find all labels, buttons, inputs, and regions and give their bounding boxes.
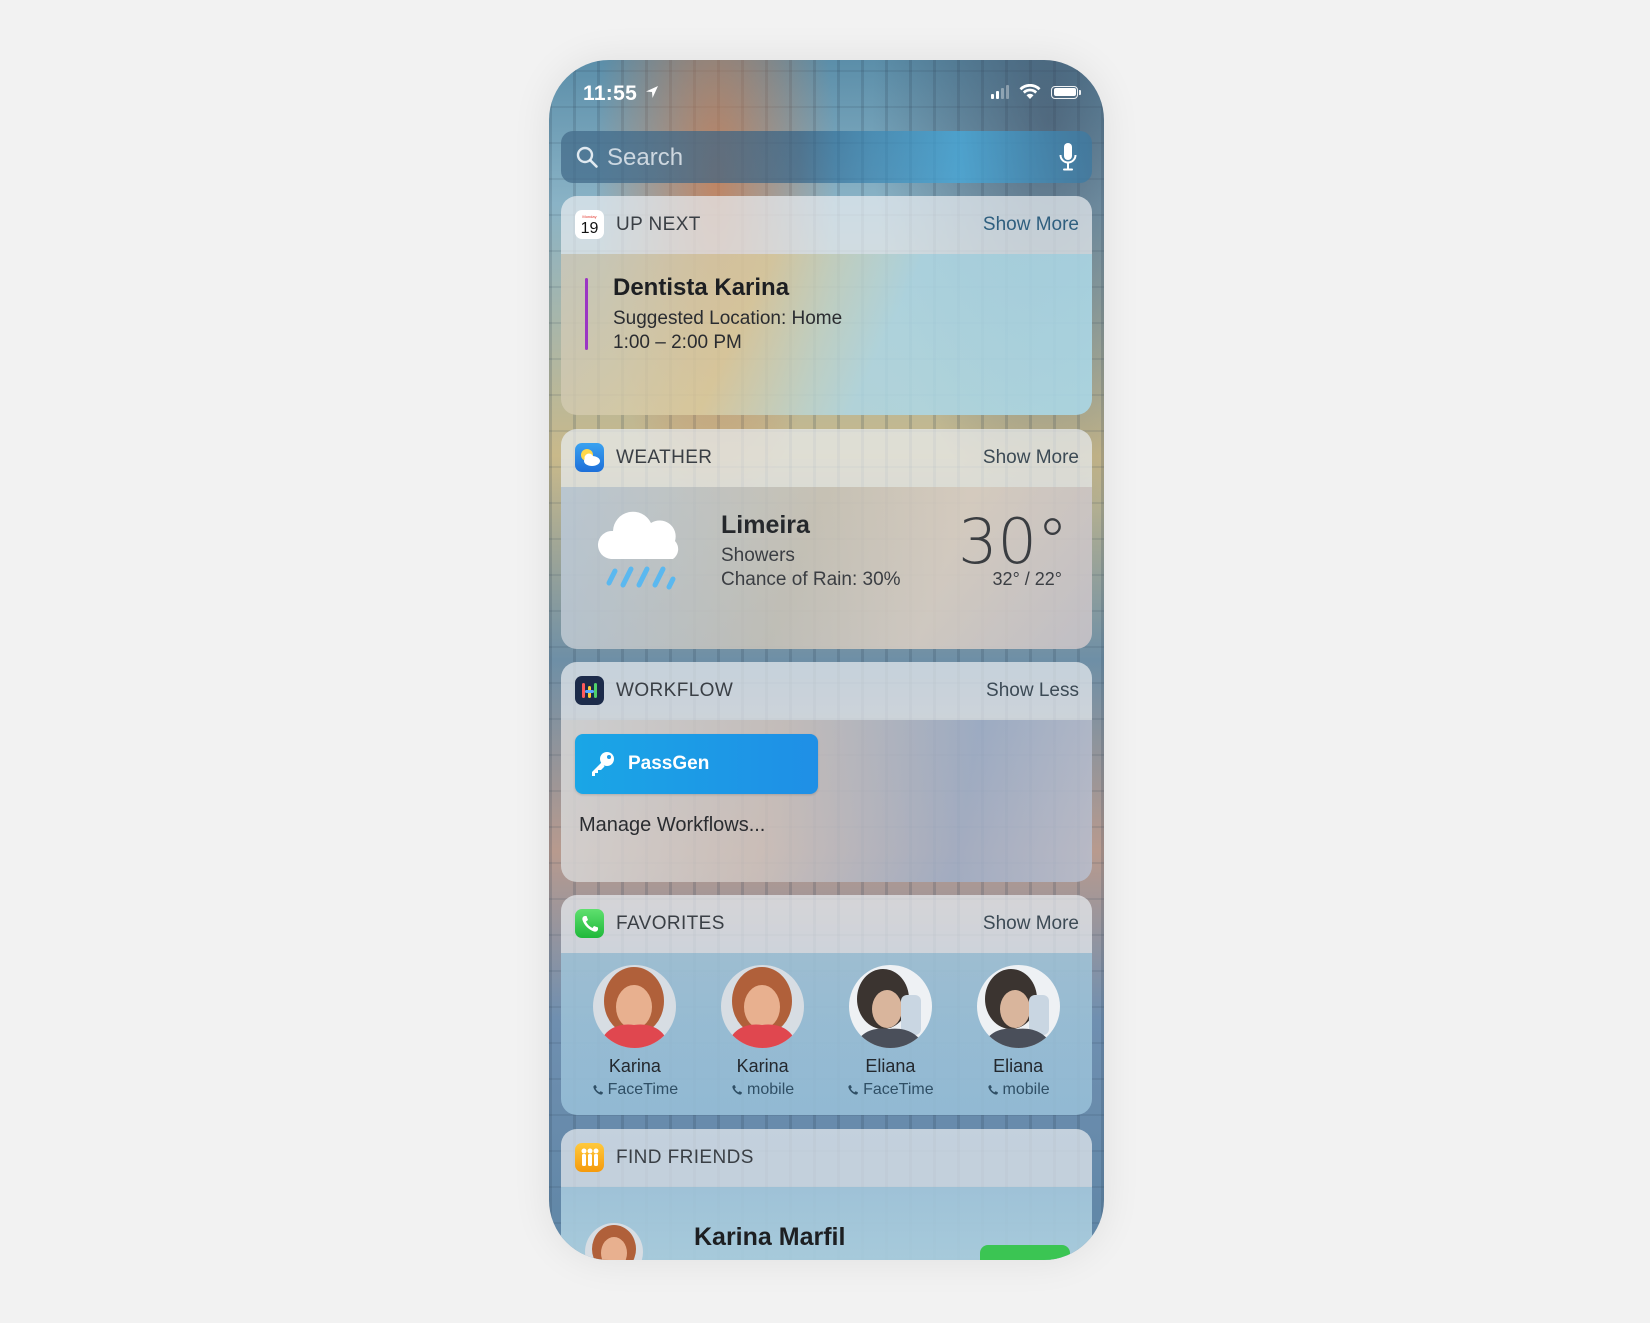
weather-city: Limeira — [721, 511, 810, 539]
widget-screen: 11:55 Search Monday 19 UP NEXT Show More… — [549, 60, 1104, 1260]
friend-action-button[interactable] — [980, 1245, 1070, 1260]
weather-rain-chance: Chance of Rain: 30% — [721, 569, 901, 590]
favorite-type-label: FaceTime — [607, 1081, 679, 1098]
weather-condition: Showers — [721, 545, 795, 566]
workflow-app-icon — [575, 676, 604, 705]
favorites-body: Karina FaceTime Karina mobile Eliana Fac… — [561, 953, 1092, 1115]
up-next-title: UP NEXT — [616, 214, 701, 235]
favorites-list: Karina FaceTime Karina mobile Eliana Fac… — [561, 965, 1092, 1099]
phone-icon — [848, 1085, 858, 1095]
key-icon — [592, 752, 614, 776]
weather-show-more-button[interactable]: Show More — [983, 447, 1079, 469]
search-bar[interactable] — [561, 131, 1092, 183]
weather-header: WEATHER Show More — [561, 429, 1092, 487]
avatar — [585, 1223, 643, 1260]
workflow-body: PassGen Manage Workflows... — [561, 720, 1092, 882]
favorite-contact[interactable]: Karina FaceTime — [575, 965, 695, 1099]
avatar — [976, 965, 1060, 1048]
find-friends-body[interactable]: Karina Marfil — [561, 1187, 1092, 1260]
favorites-show-more-button[interactable]: Show More — [983, 913, 1079, 935]
find-friends-header: FIND FRIENDS — [561, 1129, 1092, 1187]
workflow-widget: WORKFLOW Show Less PassGen Manage Workfl… — [561, 662, 1092, 882]
up-next-header: Monday 19 UP NEXT Show More — [561, 196, 1092, 254]
avatar — [848, 965, 932, 1048]
event-time: 1:00 – 2:00 PM — [613, 332, 742, 353]
phone-icon — [987, 1085, 998, 1095]
phone-app-icon — [575, 909, 604, 938]
up-next-show-more-button[interactable]: Show More — [983, 214, 1079, 236]
manage-workflows-link[interactable]: Manage Workflows... — [579, 814, 765, 837]
phone-icon — [593, 1085, 603, 1095]
find-friends-widget: FIND FRIENDS Karina Marfil — [561, 1129, 1092, 1260]
favorite-name: Karina — [608, 1056, 661, 1076]
favorite-type-label: FaceTime — [863, 1081, 934, 1098]
up-next-widget: Monday 19 UP NEXT Show More Dentista Kar… — [561, 196, 1092, 415]
favorite-type: FaceTime — [592, 1081, 679, 1099]
event-title: Dentista Karina — [613, 274, 790, 301]
find-friends-app-icon — [575, 1143, 604, 1172]
favorites-title: FAVORITES — [616, 913, 725, 934]
friend-name: Karina Marfil — [694, 1223, 846, 1251]
avatar — [721, 965, 805, 1048]
favorite-name: Eliana — [993, 1056, 1044, 1076]
favorite-contact[interactable]: Karina mobile — [703, 965, 823, 1099]
avatar — [593, 965, 677, 1048]
weather-range: 32° / 22° — [992, 569, 1062, 589]
signal-icon — [991, 85, 1009, 99]
weather-temperature: 30° — [958, 505, 1068, 578]
search-icon — [576, 146, 598, 168]
weather-title: WEATHER — [616, 447, 713, 468]
calendar-day: 19 — [580, 220, 599, 237]
passgen-label: PassGen — [628, 753, 710, 774]
weather-app-icon — [575, 443, 604, 472]
weather-body[interactable]: Limeira Showers Chance of Rain: 30% 30° … — [561, 487, 1092, 649]
favorite-type-label: mobile — [747, 1081, 795, 1098]
workflow-title: WORKFLOW — [616, 680, 734, 701]
workflow-show-less-button[interactable]: Show Less — [986, 680, 1079, 702]
find-friends-title: FIND FRIENDS — [616, 1147, 754, 1168]
favorite-type: FaceTime — [847, 1081, 934, 1099]
favorites-widget: FAVORITES Show More Karina FaceTime Kari… — [561, 895, 1092, 1115]
phone-icon — [732, 1085, 742, 1095]
search-input[interactable] — [605, 143, 1029, 173]
event-color-bar — [585, 278, 588, 350]
favorites-header: FAVORITES Show More — [561, 895, 1092, 953]
location-arrow-icon — [646, 86, 658, 98]
favorite-type: mobile — [987, 1081, 1050, 1099]
workflow-header: WORKFLOW Show Less — [561, 662, 1092, 720]
favorite-name: Eliana — [865, 1056, 916, 1076]
favorite-name: Karina — [736, 1056, 789, 1076]
status-time: 11:55 — [583, 82, 638, 105]
microphone-icon[interactable] — [1058, 142, 1078, 172]
weather-widget: WEATHER Show More Limeira Showers Chance… — [561, 429, 1092, 649]
favorite-contact[interactable]: Eliana FaceTime — [830, 965, 950, 1099]
battery-icon — [1051, 85, 1081, 99]
favorite-contact[interactable]: Eliana mobile — [958, 965, 1078, 1099]
calendar-app-icon: Monday 19 — [575, 210, 604, 239]
status-icons — [991, 84, 1081, 100]
favorite-type: mobile — [731, 1081, 794, 1099]
event-location: Suggested Location: Home — [613, 308, 843, 329]
wifi-icon — [1019, 84, 1041, 99]
favorite-type-label: mobile — [1002, 1081, 1050, 1098]
status-bar: 11:55 — [549, 60, 1104, 124]
up-next-body[interactable]: Dentista Karina Suggested Location: Home… — [561, 254, 1092, 415]
rain-cloud-icon — [597, 511, 679, 590]
passgen-button[interactable]: PassGen — [575, 734, 818, 794]
